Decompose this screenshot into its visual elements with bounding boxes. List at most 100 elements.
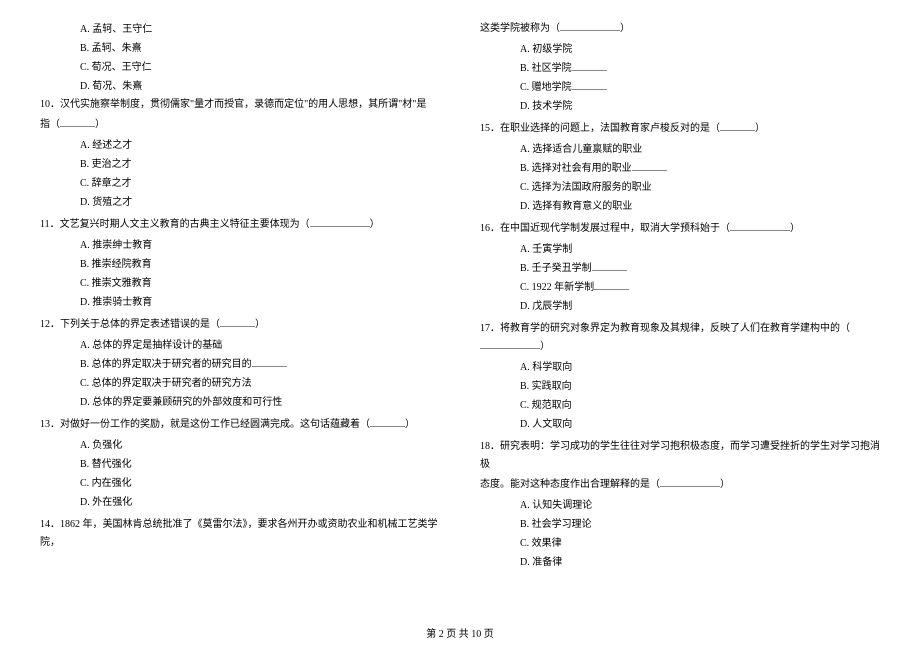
question-text: 15．在职业选择的问题上，法国教育家卢梭反对的是（ ）: [480, 120, 880, 138]
q11-text: 11．文艺复兴时期人文主义教育的古典主义特征主要体现为（: [40, 219, 310, 230]
trailing-blank: [572, 60, 607, 71]
option: B. 孟轲、朱熹: [80, 39, 440, 58]
option: C. 荀况、王守仁: [80, 58, 440, 77]
option: D. 戊辰学制: [520, 297, 880, 316]
option: D. 总体的界定要兼顾研究的外部效度和可行性: [80, 393, 440, 412]
answer-blank: [480, 338, 540, 349]
close-paren: ）: [720, 479, 730, 490]
option-text: C. 赠地学院: [520, 82, 572, 93]
answer-blank: [660, 476, 720, 487]
option: B. 替代强化: [80, 455, 440, 474]
option: B. 推崇经院教育: [80, 255, 440, 274]
page-footer: 第 2 页 共 10 页: [0, 625, 920, 640]
question-text: 14．1862 年，美国林肯总统批准了《莫雷尔法》，要求各州开办或资助农业和机械…: [40, 516, 440, 552]
question-text-line2: 态度。能对这种态度作出合理解释的是（ ）: [480, 476, 880, 494]
option: C. 1922 年新学制: [520, 278, 880, 297]
option: D. 选择有教育意义的职业: [520, 197, 880, 216]
close-paren: ）: [405, 419, 415, 430]
close-paren: ）: [755, 123, 765, 134]
answer-blank: [310, 216, 370, 227]
question-18: 18．研究表明：学习成功的学生往往对学习抱积极态度，而学习遭受挫折的学生对学习抱…: [480, 438, 880, 572]
option-text: B. 社区学院: [520, 63, 572, 74]
question-11: 11．文艺复兴时期人文主义教育的古典主义特征主要体现为（） A. 推崇绅士教育 …: [40, 216, 440, 312]
option: C. 赠地学院: [520, 78, 880, 97]
option: A. 科学取向: [520, 358, 880, 377]
answer-blank: [370, 416, 405, 427]
option: B. 总体的界定取决于研究者的研究目的: [80, 355, 440, 374]
option: B. 选择对社会有用的职业: [520, 159, 880, 178]
q9-options: A. 孟轲、王守仁 B. 孟轲、朱熹 C. 荀况、王守仁 D. 荀况、朱熹: [40, 20, 440, 96]
option: B. 壬子癸丑学制: [520, 259, 880, 278]
q14cont-text: 这类学院被称为（: [480, 23, 560, 34]
question-12: 12．下列关于总体的界定表述错误的是（ ） A. 总体的界定是抽样设计的基础 B.…: [40, 316, 440, 412]
option: A. 孟轲、王守仁: [80, 20, 440, 39]
option: D. 技术学院: [520, 97, 880, 116]
answer-blank: [220, 316, 255, 327]
option: A. 推崇绅士教育: [80, 236, 440, 255]
right-column: 这类学院被称为（ ） A. 初级学院 B. 社区学院 C. 赠地学院 D. 技术学…: [480, 20, 880, 610]
option: D. 人文取向: [520, 415, 880, 434]
option: D. 推崇骑士教育: [80, 293, 440, 312]
question-16: 16．在中国近现代学制发展过程中，取消大学预科始于（ ） A. 壬寅学制 B. 壬…: [480, 220, 880, 316]
option: A. 选择适合儿童禀赋的职业: [520, 140, 880, 159]
question-text-line2: 指（）: [40, 116, 440, 134]
question-15: 15．在职业选择的问题上，法国教育家卢梭反对的是（ ） A. 选择适合儿童禀赋的职…: [480, 120, 880, 216]
close-paren: ）: [255, 319, 265, 330]
option-text: B. 选择对社会有用的职业: [520, 163, 632, 174]
question-10: 10．汉代实施察举制度，贯彻儒家"量才而授官，录德而定位"的用人思想，其所谓"材…: [40, 96, 440, 212]
trailing-blank: [594, 279, 629, 290]
option: C. 效果律: [520, 534, 880, 553]
q13-text: 13．对做好一份工作的奖励，就是这份工作已经圆满完成。这句话蕴藏着（: [40, 419, 370, 430]
option-text: B. 总体的界定取决于研究者的研究目的: [80, 359, 252, 370]
q17-text: 17．将教育学的研究对象界定为教育现象及其规律，反映了人们在教育学建构中的（: [480, 323, 850, 334]
option-text: C. 1922 年新学制: [520, 282, 594, 293]
option: A. 总体的界定是抽样设计的基础: [80, 336, 440, 355]
option: A. 负强化: [80, 436, 440, 455]
question-17: 17．将教育学的研究对象界定为教育现象及其规律，反映了人们在教育学建构中的（） …: [480, 320, 880, 434]
q15-text: 15．在职业选择的问题上，法国教育家卢梭反对的是（: [480, 123, 720, 134]
close-paren: ）: [790, 223, 800, 234]
option: D. 外在强化: [80, 493, 440, 512]
q16-text: 16．在中国近现代学制发展过程中，取消大学预科始于（: [480, 223, 730, 234]
left-column: A. 孟轲、王守仁 B. 孟轲、朱熹 C. 荀况、王守仁 D. 荀况、朱熹 10…: [40, 20, 440, 610]
option: C. 内在强化: [80, 474, 440, 493]
option: D. 荀况、朱熹: [80, 77, 440, 96]
q18-line1: 18．研究表明：学习成功的学生往往对学习抱积极态度，而学习遭受挫折的学生对学习抱…: [480, 441, 880, 470]
option: C. 选择为法国政府服务的职业: [520, 178, 880, 197]
question-14-cont: 这类学院被称为（ ） A. 初级学院 B. 社区学院 C. 赠地学院 D. 技术学…: [480, 20, 880, 116]
question-text: 这类学院被称为（ ）: [480, 20, 880, 38]
question-text: 12．下列关于总体的界定表述错误的是（ ）: [40, 316, 440, 334]
option: B. 社会学习理论: [520, 515, 880, 534]
question-text: 11．文艺复兴时期人文主义教育的古典主义特征主要体现为（）: [40, 216, 440, 234]
trailing-blank: [252, 356, 287, 367]
q12-text: 12．下列关于总体的界定表述错误的是（: [40, 319, 220, 330]
question-text: 18．研究表明：学习成功的学生往往对学习抱积极态度，而学习遭受挫折的学生对学习抱…: [480, 438, 880, 474]
option: B. 实践取向: [520, 377, 880, 396]
q10-prefix: 10．汉代实施察举制度，贯彻儒家"量才而授官，录德而定位"的用人思想，其所谓"材…: [40, 99, 426, 110]
q18-line2: 态度。能对这种态度作出合理解释的是（: [480, 479, 660, 490]
q14-text: 14．1862 年，美国林肯总统批准了《莫雷尔法》，要求各州开办或资助农业和机械…: [40, 519, 438, 548]
close-paren: ）: [95, 119, 105, 130]
trailing-blank: [592, 260, 627, 271]
option: C. 辞章之才: [80, 174, 440, 193]
option: A. 认知失调理论: [520, 496, 880, 515]
option-text: B. 壬子癸丑学制: [520, 263, 592, 274]
option: D. 准备律: [520, 553, 880, 572]
option: A. 经述之才: [80, 136, 440, 155]
option: A. 壬寅学制: [520, 240, 880, 259]
option: B. 社区学院: [520, 59, 880, 78]
option: C. 总体的界定取决于研究者的研究方法: [80, 374, 440, 393]
close-paren: ）: [620, 23, 630, 34]
option: B. 吏治之才: [80, 155, 440, 174]
question-13: 13．对做好一份工作的奖励，就是这份工作已经圆满完成。这句话蕴藏着（ ） A. 负…: [40, 416, 440, 512]
close-paren: ）: [540, 341, 550, 352]
question-text: 13．对做好一份工作的奖励，就是这份工作已经圆满完成。这句话蕴藏着（ ）: [40, 416, 440, 434]
answer-blank: [560, 20, 620, 31]
answer-blank: [720, 120, 755, 131]
option: A. 初级学院: [520, 40, 880, 59]
trailing-blank: [632, 160, 667, 171]
page-content: A. 孟轲、王守仁 B. 孟轲、朱熹 C. 荀况、王守仁 D. 荀况、朱熹 10…: [40, 20, 880, 610]
option: C. 推崇文雅教育: [80, 274, 440, 293]
question-text: 17．将教育学的研究对象界定为教育现象及其规律，反映了人们在教育学建构中的（ ）: [480, 320, 880, 356]
option: D. 货殖之才: [80, 193, 440, 212]
